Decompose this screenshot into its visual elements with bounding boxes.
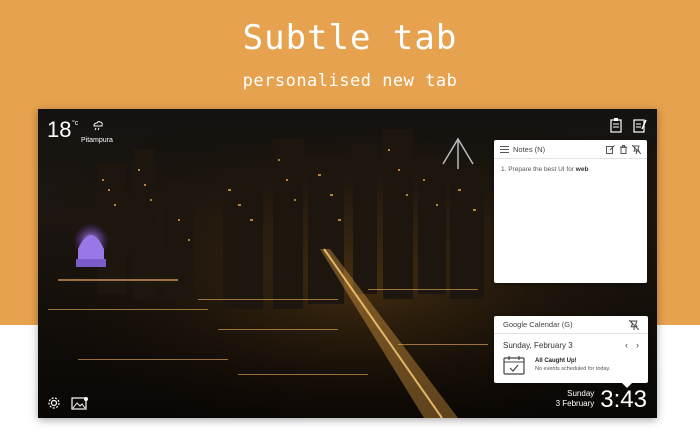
pin-off-icon[interactable]	[628, 319, 640, 330]
image-user-icon[interactable]	[71, 396, 88, 410]
clock-day: Sunday	[567, 389, 595, 398]
calendar-date-label: Sunday, February 3	[503, 340, 573, 350]
notes-edit-icon[interactable]	[633, 117, 647, 133]
menu-icon[interactable]	[500, 145, 509, 153]
calendar-widget: Google Calendar (G) Sunday, February 3 ‹…	[494, 316, 648, 383]
calendar-empty-state: All Caught Up! No events scheduled for t…	[494, 350, 648, 375]
temperature-unit: °c	[72, 120, 79, 127]
clock-widget: Sunday 3 February 3:43	[556, 388, 647, 412]
clock-time: 3:43	[600, 386, 647, 413]
calendar-title: Google Calendar (G)	[503, 320, 573, 329]
empty-title: All Caught Up!	[535, 358, 577, 364]
temperature: 18	[47, 117, 72, 142]
notes-header: Notes (N)	[494, 140, 647, 159]
weather-location: Pitampura	[81, 137, 113, 144]
notes-widget: Notes (N) 1. Prepare the best UI for web	[494, 140, 647, 283]
note-item-bold: web	[575, 166, 589, 173]
top-right-toolbar	[603, 117, 647, 138]
promo-title: Subtle tab	[242, 18, 458, 58]
prev-day-button[interactable]: ‹	[625, 340, 628, 350]
notes-body[interactable]: 1. Prepare the best UI for web	[494, 159, 647, 180]
trash-icon[interactable]	[619, 144, 628, 154]
weather-widget[interactable]: 18 °c Pitampura	[47, 117, 113, 144]
notes-title: Notes (N)	[513, 144, 546, 154]
calendar-check-icon	[503, 355, 525, 375]
clock-date: Sunday 3 February	[556, 389, 595, 409]
gear-icon[interactable]	[47, 396, 61, 410]
bottom-left-toolbar	[47, 396, 88, 410]
edit-icon[interactable]	[606, 144, 615, 154]
empty-subtitle: No events scheduled for today.	[535, 366, 611, 372]
new-tab-screen: 18 °c Pitampura Notes (N) 1. Prepare the…	[38, 109, 657, 418]
next-day-button[interactable]: ›	[636, 340, 639, 350]
pin-off-icon[interactable]	[631, 144, 642, 154]
calendar-date-row: Sunday, February 3 ‹ ›	[494, 334, 648, 350]
calendar-header: Google Calendar (G)	[494, 316, 648, 334]
cloud-rain-icon	[91, 119, 105, 133]
note-item: 1. Prepare the best UI for	[501, 166, 576, 173]
clock-date-label: 3 February	[555, 399, 595, 408]
promo-subtitle: personalised new tab	[242, 71, 458, 91]
clipboard-icon[interactable]	[609, 117, 623, 133]
